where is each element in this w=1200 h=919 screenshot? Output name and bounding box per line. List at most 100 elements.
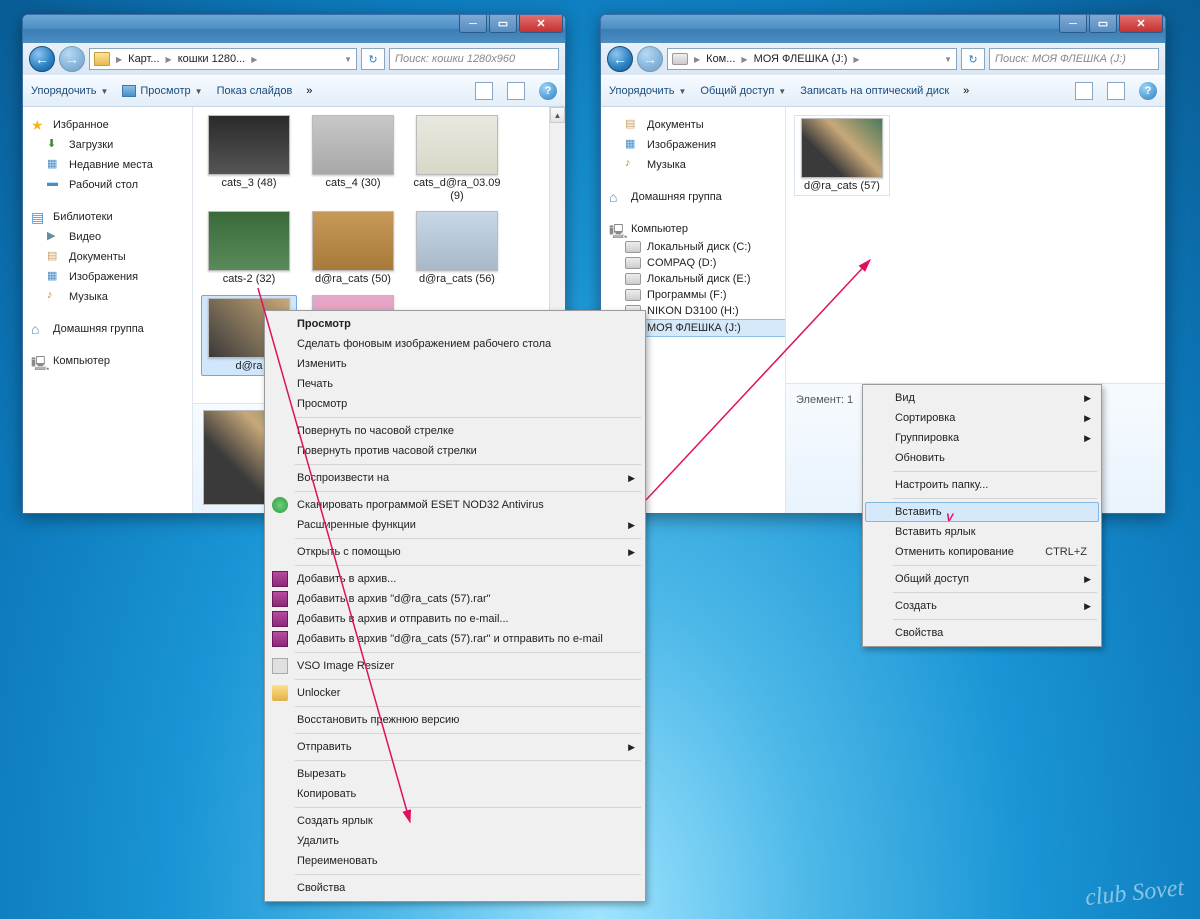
menu-item[interactable]: Просмотр (267, 314, 643, 334)
file-thumb[interactable]: d@ra_cats (56) (409, 211, 505, 286)
menu-item[interactable]: Вид▶ (865, 388, 1099, 408)
file-thumb[interactable]: cats_d@ra_03.09 (9) (409, 115, 505, 203)
menu-item[interactable]: Общий доступ▶ (865, 569, 1099, 589)
search-input[interactable]: Поиск: кошки 1280x960 (389, 48, 559, 70)
menu-item[interactable]: Переименовать (267, 851, 643, 871)
menu-item[interactable]: Удалить (267, 831, 643, 851)
refresh-button[interactable]: ↻ (361, 48, 385, 70)
refresh-button[interactable]: ↻ (961, 48, 985, 70)
sidebar-pictures[interactable]: ▦Изображения (601, 135, 785, 155)
breadcrumb-part[interactable]: Ком... (706, 53, 735, 65)
burn-button[interactable]: Записать на оптический диск (800, 85, 949, 97)
menu-item[interactable]: Восстановить прежнюю версию (267, 710, 643, 730)
menu-item[interactable]: Добавить в архив "d@ra_cats (57).rar" и … (267, 629, 643, 649)
sidebar-recent[interactable]: ▦Недавние места (23, 155, 192, 175)
menu-item[interactable]: Вставить (865, 502, 1099, 522)
sidebar-downloads[interactable]: ⬇Загрузки (23, 135, 192, 155)
menu-item[interactable]: Расширенные функции▶ (267, 515, 643, 535)
overflow-chevron[interactable]: » (963, 85, 969, 97)
close-button[interactable]: ✕ (519, 15, 563, 33)
breadcrumb-part[interactable]: МОЯ ФЛЕШКА (J:) (754, 53, 848, 65)
sidebar-drive-f[interactable]: Программы (F:) (601, 287, 785, 303)
menu-item[interactable]: Повернуть по часовой стрелке (267, 421, 643, 441)
menu-item[interactable]: Создать▶ (865, 596, 1099, 616)
minimize-button[interactable]: ─ (459, 15, 487, 33)
sidebar-drive-c[interactable]: Локальный диск (C:) (601, 239, 785, 255)
file-thumb[interactable]: cats-2 (32) (201, 211, 297, 286)
menu-item[interactable]: Группировка▶ (865, 428, 1099, 448)
menu-item[interactable]: VSO Image Resizer (267, 656, 643, 676)
organize-menu[interactable]: Упорядочить▼ (609, 85, 686, 97)
sidebar-documents[interactable]: ▤Документы (23, 247, 192, 267)
breadcrumb-part[interactable]: Карт... (128, 53, 159, 65)
file-thumb[interactable]: d@ra_cats (50) (305, 211, 401, 286)
minimize-button[interactable]: ─ (1059, 15, 1087, 33)
forward-button[interactable]: → (637, 46, 663, 72)
preview-button[interactable]: Просмотр▼ (122, 85, 202, 97)
menu-item[interactable]: Свойства (267, 878, 643, 898)
menu-item[interactable]: Вставить ярлык (865, 522, 1099, 542)
menu-item[interactable]: Копировать (267, 784, 643, 804)
menu-item[interactable]: Unlocker (267, 683, 643, 703)
maximize-button[interactable]: ▭ (1089, 15, 1117, 33)
menu-item[interactable]: Просмотр (267, 394, 643, 414)
favorites-header[interactable]: ★Избранное (23, 115, 192, 135)
file-thumb[interactable]: d@ra_cats (57) (794, 115, 890, 196)
menu-item[interactable]: Добавить в архив "d@ra_cats (57).rar" (267, 589, 643, 609)
computer-header[interactable]: 🖳Компьютер (601, 219, 785, 239)
address-bar[interactable]: ▶ Карт... ▶ кошки 1280... ▶ ▼ (89, 48, 357, 70)
help-icon[interactable]: ? (539, 82, 557, 100)
help-icon[interactable]: ? (1139, 82, 1157, 100)
titlebar[interactable]: ─ ▭ ✕ (23, 15, 565, 43)
menu-item[interactable]: Изменить (267, 354, 643, 374)
back-button[interactable]: ← (29, 46, 55, 72)
pane-icon[interactable] (1107, 82, 1125, 100)
share-menu[interactable]: Общий доступ▼ (700, 85, 786, 97)
menu-item[interactable]: Воспроизвести на▶ (267, 468, 643, 488)
computer-header[interactable]: 🖳Компьютер (23, 351, 192, 371)
maximize-button[interactable]: ▭ (489, 15, 517, 33)
menu-item[interactable]: Отменить копированиеCTRL+Z (865, 542, 1099, 562)
menu-item[interactable]: Сделать фоновым изображением рабочего ст… (267, 334, 643, 354)
file-thumb[interactable]: cats_4 (30) (305, 115, 401, 203)
forward-button[interactable]: → (59, 46, 85, 72)
sidebar-music[interactable]: ♪Музыка (23, 287, 192, 307)
menu-item[interactable]: Печать (267, 374, 643, 394)
overflow-chevron[interactable]: » (306, 85, 312, 97)
homegroup-header[interactable]: ⌂Домашняя группа (23, 319, 192, 339)
slideshow-button[interactable]: Показ слайдов (217, 85, 293, 97)
scroll-up-icon[interactable]: ▲ (550, 107, 565, 123)
menu-item[interactable]: Отправить▶ (267, 737, 643, 757)
view-icon[interactable] (1075, 82, 1093, 100)
menu-item[interactable]: Сортировка▶ (865, 408, 1099, 428)
titlebar[interactable]: ─ ▭ ✕ (601, 15, 1165, 43)
sidebar-drive-e[interactable]: Локальный диск (E:) (601, 271, 785, 287)
menu-item[interactable]: Сканировать программой ESET NOD32 Antivi… (267, 495, 643, 515)
back-button[interactable]: ← (607, 46, 633, 72)
menu-item[interactable]: Свойства (865, 623, 1099, 643)
sidebar-documents[interactable]: ▤Документы (601, 115, 785, 135)
menu-item[interactable]: Вырезать (267, 764, 643, 784)
menu-item[interactable]: Создать ярлык (267, 811, 643, 831)
menu-item[interactable]: Добавить в архив... (267, 569, 643, 589)
sidebar-pictures[interactable]: ▦Изображения (23, 267, 192, 287)
homegroup-header[interactable]: ⌂Домашняя группа (601, 187, 785, 207)
menu-item[interactable]: Добавить в архив и отправить по e-mail..… (267, 609, 643, 629)
search-input[interactable]: Поиск: МОЯ ФЛЕШКА (J:) (989, 48, 1159, 70)
menu-item[interactable]: Повернуть против часовой стрелки (267, 441, 643, 461)
sidebar-videos[interactable]: ▶Видео (23, 227, 192, 247)
pane-icon[interactable] (507, 82, 525, 100)
view-icon[interactable] (475, 82, 493, 100)
address-bar[interactable]: ▶ Ком... ▶ МОЯ ФЛЕШКА (J:) ▶ ▼ (667, 48, 957, 70)
sidebar-desktop[interactable]: ▬Рабочий стол (23, 175, 192, 195)
libraries-header[interactable]: ▤Библиотеки (23, 207, 192, 227)
close-button[interactable]: ✕ (1119, 15, 1163, 33)
file-thumb[interactable]: cats_3 (48) (201, 115, 297, 203)
sidebar-music[interactable]: ♪Музыка (601, 155, 785, 175)
menu-item[interactable]: Открыть с помощью▶ (267, 542, 643, 562)
menu-item[interactable]: Настроить папку... (865, 475, 1099, 495)
menu-item[interactable]: Обновить (865, 448, 1099, 468)
sidebar-drive-d[interactable]: COMPAQ (D:) (601, 255, 785, 271)
breadcrumb-part[interactable]: кошки 1280... (178, 53, 246, 65)
organize-menu[interactable]: Упорядочить▼ (31, 85, 108, 97)
